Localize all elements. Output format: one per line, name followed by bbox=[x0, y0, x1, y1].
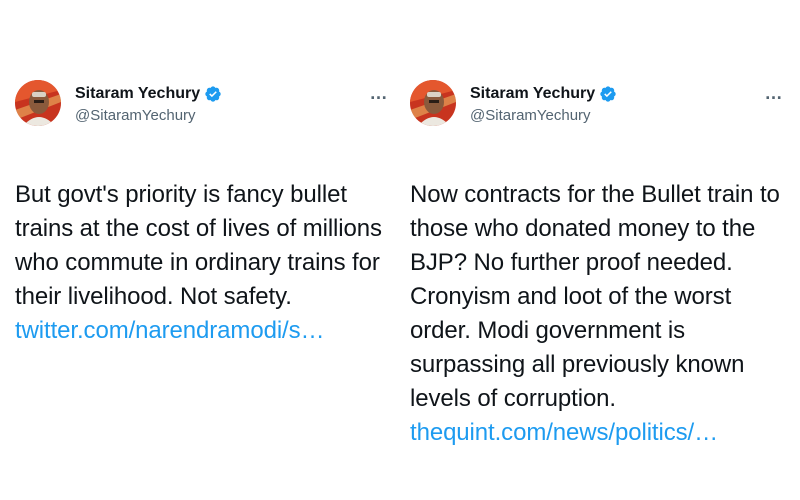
avatar-image bbox=[410, 80, 456, 126]
author-handle[interactable]: @SitaramYechury bbox=[75, 107, 222, 126]
display-name-row: Sitaram Yechury bbox=[470, 84, 617, 104]
tweet-text: Now contracts for the Bullet train to th… bbox=[410, 181, 780, 412]
tweet-header: Sitaram Yechury @SitaramYechury … bbox=[410, 70, 785, 134]
tweet-body: Now contracts for the Bullet train to th… bbox=[410, 178, 785, 450]
tweet-link[interactable]: twitter.com/narendramodi/s… bbox=[15, 314, 390, 348]
more-options-icon[interactable]: … bbox=[763, 84, 785, 104]
avatar[interactable] bbox=[15, 80, 61, 126]
more-options-icon[interactable]: … bbox=[368, 84, 390, 104]
author-info: Sitaram Yechury @SitaramYechury bbox=[75, 84, 222, 126]
tweet-body: But govt's priority is fancy bullet trai… bbox=[15, 178, 390, 348]
verified-badge-icon bbox=[599, 85, 617, 103]
verified-badge-icon bbox=[204, 85, 222, 103]
avatar-image bbox=[15, 80, 61, 126]
display-name[interactable]: Sitaram Yechury bbox=[75, 84, 200, 104]
tweet-card[interactable]: Sitaram Yechury @SitaramYechury … Now co… bbox=[410, 70, 785, 470]
tweet-header: Sitaram Yechury @SitaramYechury … bbox=[15, 70, 390, 134]
author-handle[interactable]: @SitaramYechury bbox=[470, 107, 617, 126]
tweet-link[interactable]: thequint.com/news/politics/… bbox=[410, 416, 785, 450]
tweet-card[interactable]: Sitaram Yechury @SitaramYechury … But go… bbox=[15, 70, 390, 470]
tweet-text: But govt's priority is fancy bullet trai… bbox=[15, 181, 382, 310]
screenshot-canvas: Sitaram Yechury @SitaramYechury … But go… bbox=[0, 0, 800, 500]
display-name[interactable]: Sitaram Yechury bbox=[470, 84, 595, 104]
author-info: Sitaram Yechury @SitaramYechury bbox=[470, 84, 617, 126]
display-name-row: Sitaram Yechury bbox=[75, 84, 222, 104]
avatar[interactable] bbox=[410, 80, 456, 126]
